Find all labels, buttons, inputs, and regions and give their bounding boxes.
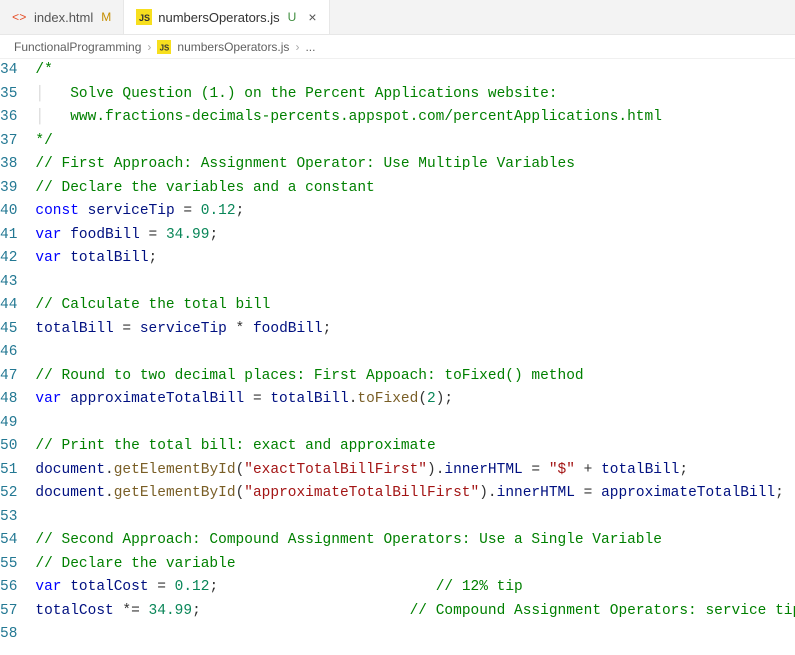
line-number: 56 bbox=[0, 576, 17, 600]
breadcrumb-symbol[interactable]: ... bbox=[305, 40, 315, 54]
close-icon[interactable]: × bbox=[308, 10, 316, 24]
breadcrumb-folder[interactable]: FunctionalProgramming bbox=[14, 40, 141, 54]
line-number: 51 bbox=[0, 459, 17, 483]
line-number-gutter: 3435363738394041424344454647484950515253… bbox=[0, 59, 35, 647]
line-number: 40 bbox=[0, 200, 17, 224]
js-file-icon: JS bbox=[157, 40, 171, 54]
code-line[interactable]: // Declare the variables and a constant bbox=[35, 177, 795, 201]
line-number: 35 bbox=[0, 83, 17, 107]
code-line[interactable]: totalCost *= 34.99; // Compound Assignme… bbox=[35, 600, 795, 624]
line-number: 46 bbox=[0, 341, 17, 365]
line-number: 55 bbox=[0, 553, 17, 577]
line-number: 47 bbox=[0, 365, 17, 389]
code-line[interactable]: // Calculate the total bill bbox=[35, 294, 795, 318]
tab-bar: <> index.html M JS numbersOperators.js U… bbox=[0, 0, 795, 35]
code-line[interactable]: totalBill = serviceTip * foodBill; bbox=[35, 318, 795, 342]
code-line[interactable]: /* bbox=[35, 59, 795, 83]
code-line[interactable] bbox=[35, 341, 795, 365]
svg-text:<>: <> bbox=[12, 11, 26, 25]
line-number: 43 bbox=[0, 271, 17, 295]
code-editor[interactable]: 3435363738394041424344454647484950515253… bbox=[0, 59, 795, 647]
tab-index-html[interactable]: <> index.html M bbox=[0, 0, 124, 34]
code-line[interactable]: // Declare the variable bbox=[35, 553, 795, 577]
code-content[interactable]: /*│ Solve Question (1.) on the Percent A… bbox=[35, 59, 795, 647]
chevron-right-icon: › bbox=[295, 40, 299, 54]
code-line[interactable]: // Second Approach: Compound Assignment … bbox=[35, 529, 795, 553]
line-number: 48 bbox=[0, 388, 17, 412]
code-line[interactable]: document.getElementById("approximateTota… bbox=[35, 482, 795, 506]
line-number: 34 bbox=[0, 59, 17, 83]
line-number: 37 bbox=[0, 130, 17, 154]
code-line[interactable]: // Print the total bill: exact and appro… bbox=[35, 435, 795, 459]
code-line[interactable]: var foodBill = 34.99; bbox=[35, 224, 795, 248]
breadcrumb[interactable]: FunctionalProgramming › JS numbersOperat… bbox=[0, 35, 795, 59]
code-line[interactable]: const serviceTip = 0.12; bbox=[35, 200, 795, 224]
tab-label: numbersOperators.js bbox=[158, 10, 279, 25]
line-number: 36 bbox=[0, 106, 17, 130]
line-number: 50 bbox=[0, 435, 17, 459]
line-number: 52 bbox=[0, 482, 17, 506]
line-number: 42 bbox=[0, 247, 17, 271]
tab-untracked-badge: U bbox=[288, 10, 297, 24]
code-line[interactable]: // First Approach: Assignment Operator: … bbox=[35, 153, 795, 177]
code-line[interactable] bbox=[35, 623, 795, 647]
code-line[interactable]: document.getElementById("exactTotalBillF… bbox=[35, 459, 795, 483]
code-line[interactable]: var totalBill; bbox=[35, 247, 795, 271]
code-line[interactable] bbox=[35, 506, 795, 530]
line-number: 53 bbox=[0, 506, 17, 530]
code-line[interactable] bbox=[35, 412, 795, 436]
line-number: 38 bbox=[0, 153, 17, 177]
svg-text:JS: JS bbox=[139, 13, 150, 23]
svg-text:JS: JS bbox=[160, 43, 170, 52]
code-line[interactable]: var totalCost = 0.12; // 12% tip bbox=[35, 576, 795, 600]
line-number: 41 bbox=[0, 224, 17, 248]
code-line[interactable]: */ bbox=[35, 130, 795, 154]
chevron-right-icon: › bbox=[147, 40, 151, 54]
tab-modified-badge: M bbox=[101, 10, 111, 24]
code-line[interactable]: │ Solve Question (1.) on the Percent App… bbox=[35, 83, 795, 107]
tab-label: index.html bbox=[34, 10, 93, 25]
line-number: 45 bbox=[0, 318, 17, 342]
tab-numbers-operators-js[interactable]: JS numbersOperators.js U × bbox=[124, 0, 329, 34]
line-number: 54 bbox=[0, 529, 17, 553]
code-line[interactable]: // Round to two decimal places: First Ap… bbox=[35, 365, 795, 389]
code-line[interactable] bbox=[35, 271, 795, 295]
line-number: 57 bbox=[0, 600, 17, 624]
line-number: 44 bbox=[0, 294, 17, 318]
breadcrumb-file[interactable]: numbersOperators.js bbox=[177, 40, 289, 54]
code-line[interactable]: var approximateTotalBill = totalBill.toF… bbox=[35, 388, 795, 412]
line-number: 39 bbox=[0, 177, 17, 201]
line-number: 49 bbox=[0, 412, 17, 436]
js-file-icon: JS bbox=[136, 9, 152, 25]
html-file-icon: <> bbox=[12, 9, 28, 25]
code-line[interactable]: │ www.fractions-decimals-percents.appspo… bbox=[35, 106, 795, 130]
line-number: 58 bbox=[0, 623, 17, 647]
